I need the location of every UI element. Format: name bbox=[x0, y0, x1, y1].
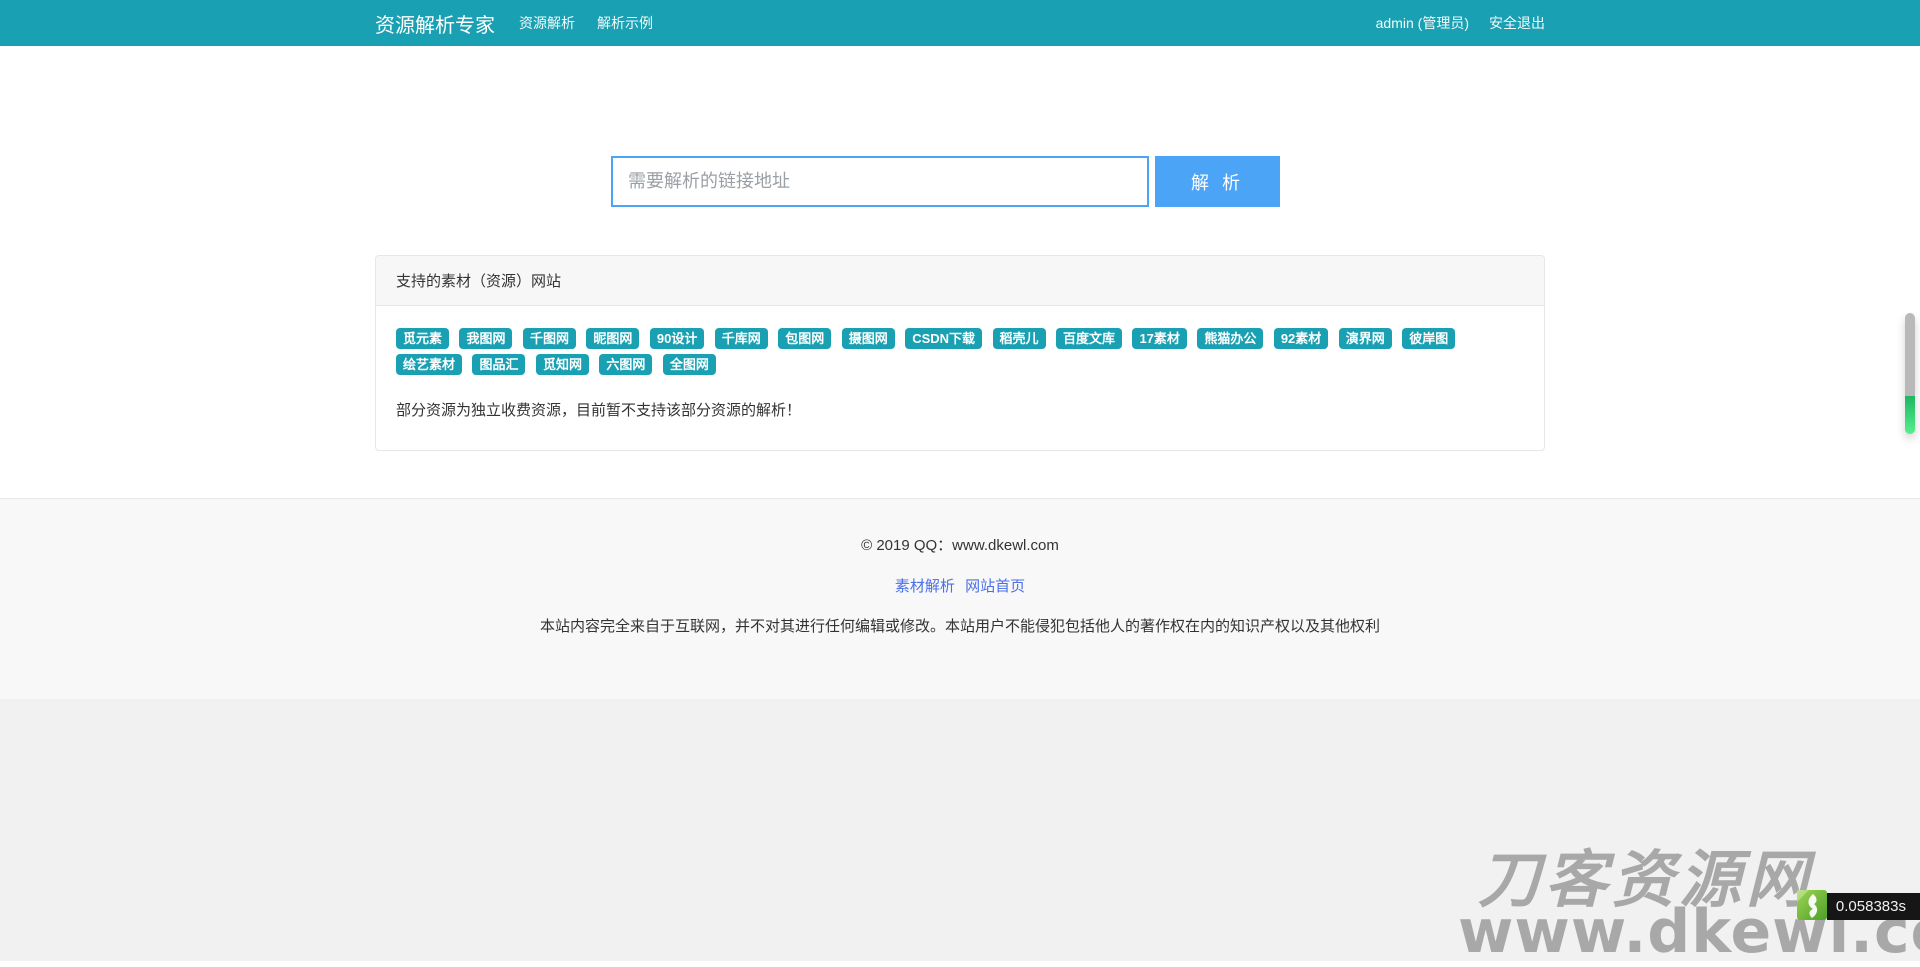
bottom-area: 刀客资源网 www.dkewl.com bbox=[0, 699, 1920, 961]
copyright-text: © 2019 QQ：www.dkewl.com bbox=[0, 534, 1920, 555]
perf-widget: 0.058383s bbox=[1797, 890, 1920, 920]
search-row: 解 析 bbox=[0, 156, 1920, 207]
site-badge: 稻壳儿 bbox=[993, 328, 1046, 349]
site-badge: 六图网 bbox=[599, 354, 652, 375]
site-badge: 包图网 bbox=[778, 328, 831, 349]
site-badge: 92素材 bbox=[1274, 328, 1328, 349]
user-menu[interactable]: admin (管理员) bbox=[1376, 13, 1469, 33]
site-badge: 千图网 bbox=[523, 328, 576, 349]
site-badges: 觅元素 我图网 千图网 昵图网 90设计 千库网 包图网 摄图网 CSDN下载 … bbox=[396, 328, 1524, 380]
navbar-right: admin (管理员) 安全退出 bbox=[1356, 13, 1545, 33]
nav-link[interactable]: 资源解析 bbox=[519, 13, 575, 33]
leaf-logo-icon[interactable] bbox=[1797, 890, 1827, 920]
site-badge: 千库网 bbox=[715, 328, 768, 349]
footer: © 2019 QQ：www.dkewl.com 素材解析 网站首页 本站内容完全… bbox=[0, 498, 1920, 699]
brand-link[interactable]: 资源解析专家 bbox=[375, 9, 495, 38]
supported-sites-panel: 支持的素材（资源）网站 觅元素 我图网 千图网 昵图网 90设计 千库网 包图网… bbox=[375, 255, 1545, 451]
panel-body: 觅元素 我图网 千图网 昵图网 90设计 千库网 包图网 摄图网 CSDN下载 … bbox=[376, 306, 1544, 450]
perf-time: 0.058383s bbox=[1827, 893, 1920, 920]
site-badge: 觅元素 bbox=[396, 328, 449, 349]
nav-link[interactable]: 解析示例 bbox=[597, 13, 653, 33]
site-badge: 昵图网 bbox=[586, 328, 639, 349]
disclaimer-text: 本站内容完全来自于互联网，并不对其进行任何编辑或修改。本站用户不能侵犯包括他人的… bbox=[0, 615, 1920, 636]
site-badge: 觅知网 bbox=[536, 354, 589, 375]
navbar-left: 资源解析专家 资源解析 解析示例 bbox=[375, 9, 675, 38]
site-badge: 90设计 bbox=[650, 328, 704, 349]
site-badge: 全图网 bbox=[663, 354, 716, 375]
navbar: 资源解析专家 资源解析 解析示例 admin (管理员) 安全退出 bbox=[0, 0, 1920, 46]
site-badge: 彼岸图 bbox=[1402, 328, 1455, 349]
parse-button[interactable]: 解 析 bbox=[1155, 156, 1280, 207]
url-input[interactable] bbox=[611, 156, 1149, 207]
footer-links: 素材解析 网站首页 bbox=[0, 575, 1920, 596]
scrollbar-progress bbox=[1905, 396, 1915, 434]
panel-title: 支持的素材（资源）网站 bbox=[376, 256, 1544, 306]
panel-note: 部分资源为独立收费资源，目前暂不支持该部分资源的解析！ bbox=[396, 399, 1524, 420]
site-badge: 绘艺素材 bbox=[396, 354, 462, 375]
nav-links: 资源解析 解析示例 bbox=[519, 13, 675, 33]
scrollbar-thumb[interactable] bbox=[1905, 313, 1915, 434]
site-badge: 我图网 bbox=[459, 328, 512, 349]
site-badge: 熊猫办公 bbox=[1197, 328, 1263, 349]
site-badge: 17素材 bbox=[1132, 328, 1186, 349]
site-badge: 图品汇 bbox=[472, 354, 525, 375]
footer-link[interactable]: 素材解析 bbox=[895, 578, 955, 595]
logout-link[interactable]: 安全退出 bbox=[1489, 13, 1545, 33]
site-badge: 摄图网 bbox=[842, 328, 895, 349]
footer-link[interactable]: 网站首页 bbox=[965, 578, 1025, 595]
site-badge: CSDN下载 bbox=[905, 328, 982, 349]
site-badge: 演界网 bbox=[1339, 328, 1392, 349]
site-badge: 百度文库 bbox=[1056, 328, 1122, 349]
